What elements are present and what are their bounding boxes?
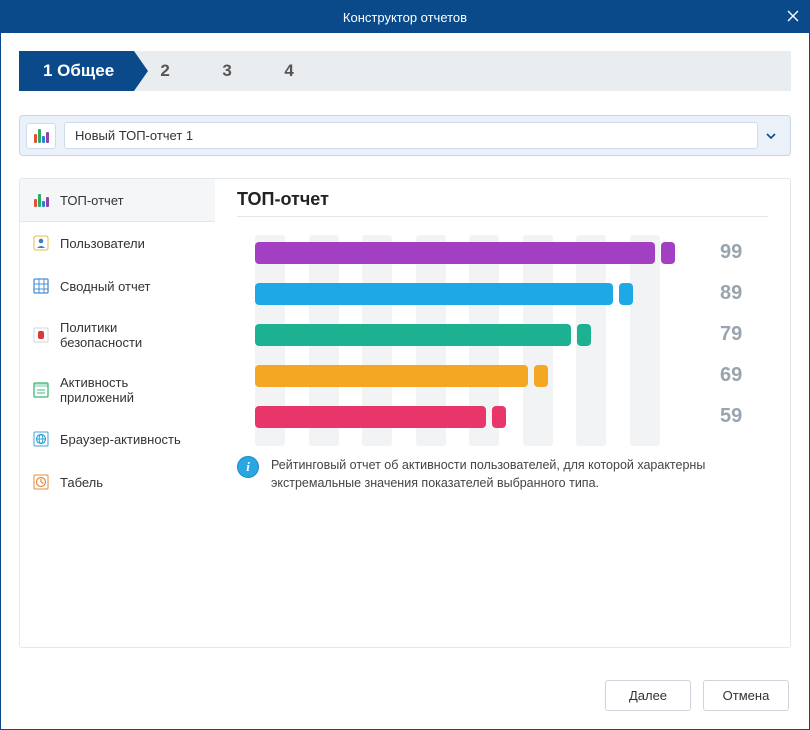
sidebar-item-label: Браузер-активность bbox=[60, 432, 181, 447]
dialog-footer: Далее Отмена bbox=[1, 666, 809, 729]
grid-icon bbox=[32, 277, 50, 295]
sidebar-item-label: Сводный отчет bbox=[60, 279, 151, 294]
clock-icon bbox=[32, 473, 50, 491]
sidebar-item-label: Активность приложений bbox=[60, 375, 203, 405]
sidebar-item-label: Политики безопасности bbox=[60, 320, 203, 350]
sidebar-item-timesheet[interactable]: Табель bbox=[20, 461, 215, 504]
sidebar-item-summary[interactable]: Сводный отчет bbox=[20, 265, 215, 308]
chart-bar-value: 89 bbox=[720, 282, 768, 305]
detail-title: ТОП-отчет bbox=[237, 189, 768, 217]
bar-chart-icon bbox=[34, 129, 49, 143]
report-type-sidebar: ТОП-отчет Пользователи Сводный отчет bbox=[20, 179, 215, 647]
chevron-down-icon bbox=[765, 130, 777, 142]
detail-panel: ТОП-отчет 99 bbox=[215, 179, 790, 647]
main-row: ТОП-отчет Пользователи Сводный отчет bbox=[19, 178, 791, 648]
cancel-button[interactable]: Отмена bbox=[703, 680, 789, 711]
next-button[interactable]: Далее bbox=[605, 680, 691, 711]
chart-bar-row: 99 bbox=[237, 241, 768, 264]
sidebar-item-label: Пользователи bbox=[60, 236, 145, 251]
info-icon: i bbox=[237, 456, 259, 478]
user-icon bbox=[32, 234, 50, 252]
report-name-input[interactable] bbox=[64, 122, 758, 149]
report-type-icon[interactable] bbox=[26, 123, 56, 149]
sidebar-item-security[interactable]: Политики безопасности bbox=[20, 308, 215, 363]
chart-bar-row: 59 bbox=[237, 405, 768, 428]
sidebar-item-label: ТОП-отчет bbox=[60, 193, 124, 208]
chart-bar-value: 99 bbox=[720, 241, 768, 264]
dialog-window: Конструктор отчетов 1 Общее 2 3 4 bbox=[0, 0, 810, 730]
chart-bar-value: 69 bbox=[720, 364, 768, 387]
close-icon[interactable] bbox=[787, 9, 799, 27]
globe-icon bbox=[32, 430, 50, 448]
step-1[interactable]: 1 Общее bbox=[19, 51, 134, 91]
chart-bar-row: 79 bbox=[237, 323, 768, 346]
sidebar-item-users[interactable]: Пользователи bbox=[20, 222, 215, 265]
chart-bar-row: 89 bbox=[237, 282, 768, 305]
description-row: i Рейтинговый отчет об активности пользо… bbox=[237, 456, 768, 492]
wizard-stepper: 1 Общее 2 3 4 bbox=[19, 51, 791, 91]
bar-chart-icon bbox=[32, 191, 50, 209]
chart-bar-value: 59 bbox=[720, 405, 768, 428]
step-remainder bbox=[320, 51, 791, 91]
description-text: Рейтинговый отчет об активности пользова… bbox=[271, 456, 768, 492]
chart-preview: 99 89 79 bbox=[237, 235, 768, 446]
window-icon bbox=[32, 381, 50, 399]
titlebar: Конструктор отчетов bbox=[1, 1, 809, 33]
chart-bar-value: 79 bbox=[720, 323, 768, 346]
window-title: Конструктор отчетов bbox=[343, 10, 467, 25]
alert-icon bbox=[32, 326, 50, 344]
content-area: 1 Общее 2 3 4 bbox=[1, 33, 809, 666]
sidebar-item-browser[interactable]: Браузер-активность bbox=[20, 418, 215, 461]
sidebar-item-app-activity[interactable]: Активность приложений bbox=[20, 363, 215, 418]
sidebar-item-top-report[interactable]: ТОП-отчет bbox=[20, 179, 215, 222]
report-dropdown-button[interactable] bbox=[758, 130, 784, 142]
report-select-row bbox=[19, 115, 791, 156]
sidebar-item-label: Табель bbox=[60, 475, 103, 490]
chart-bar-row: 69 bbox=[237, 364, 768, 387]
